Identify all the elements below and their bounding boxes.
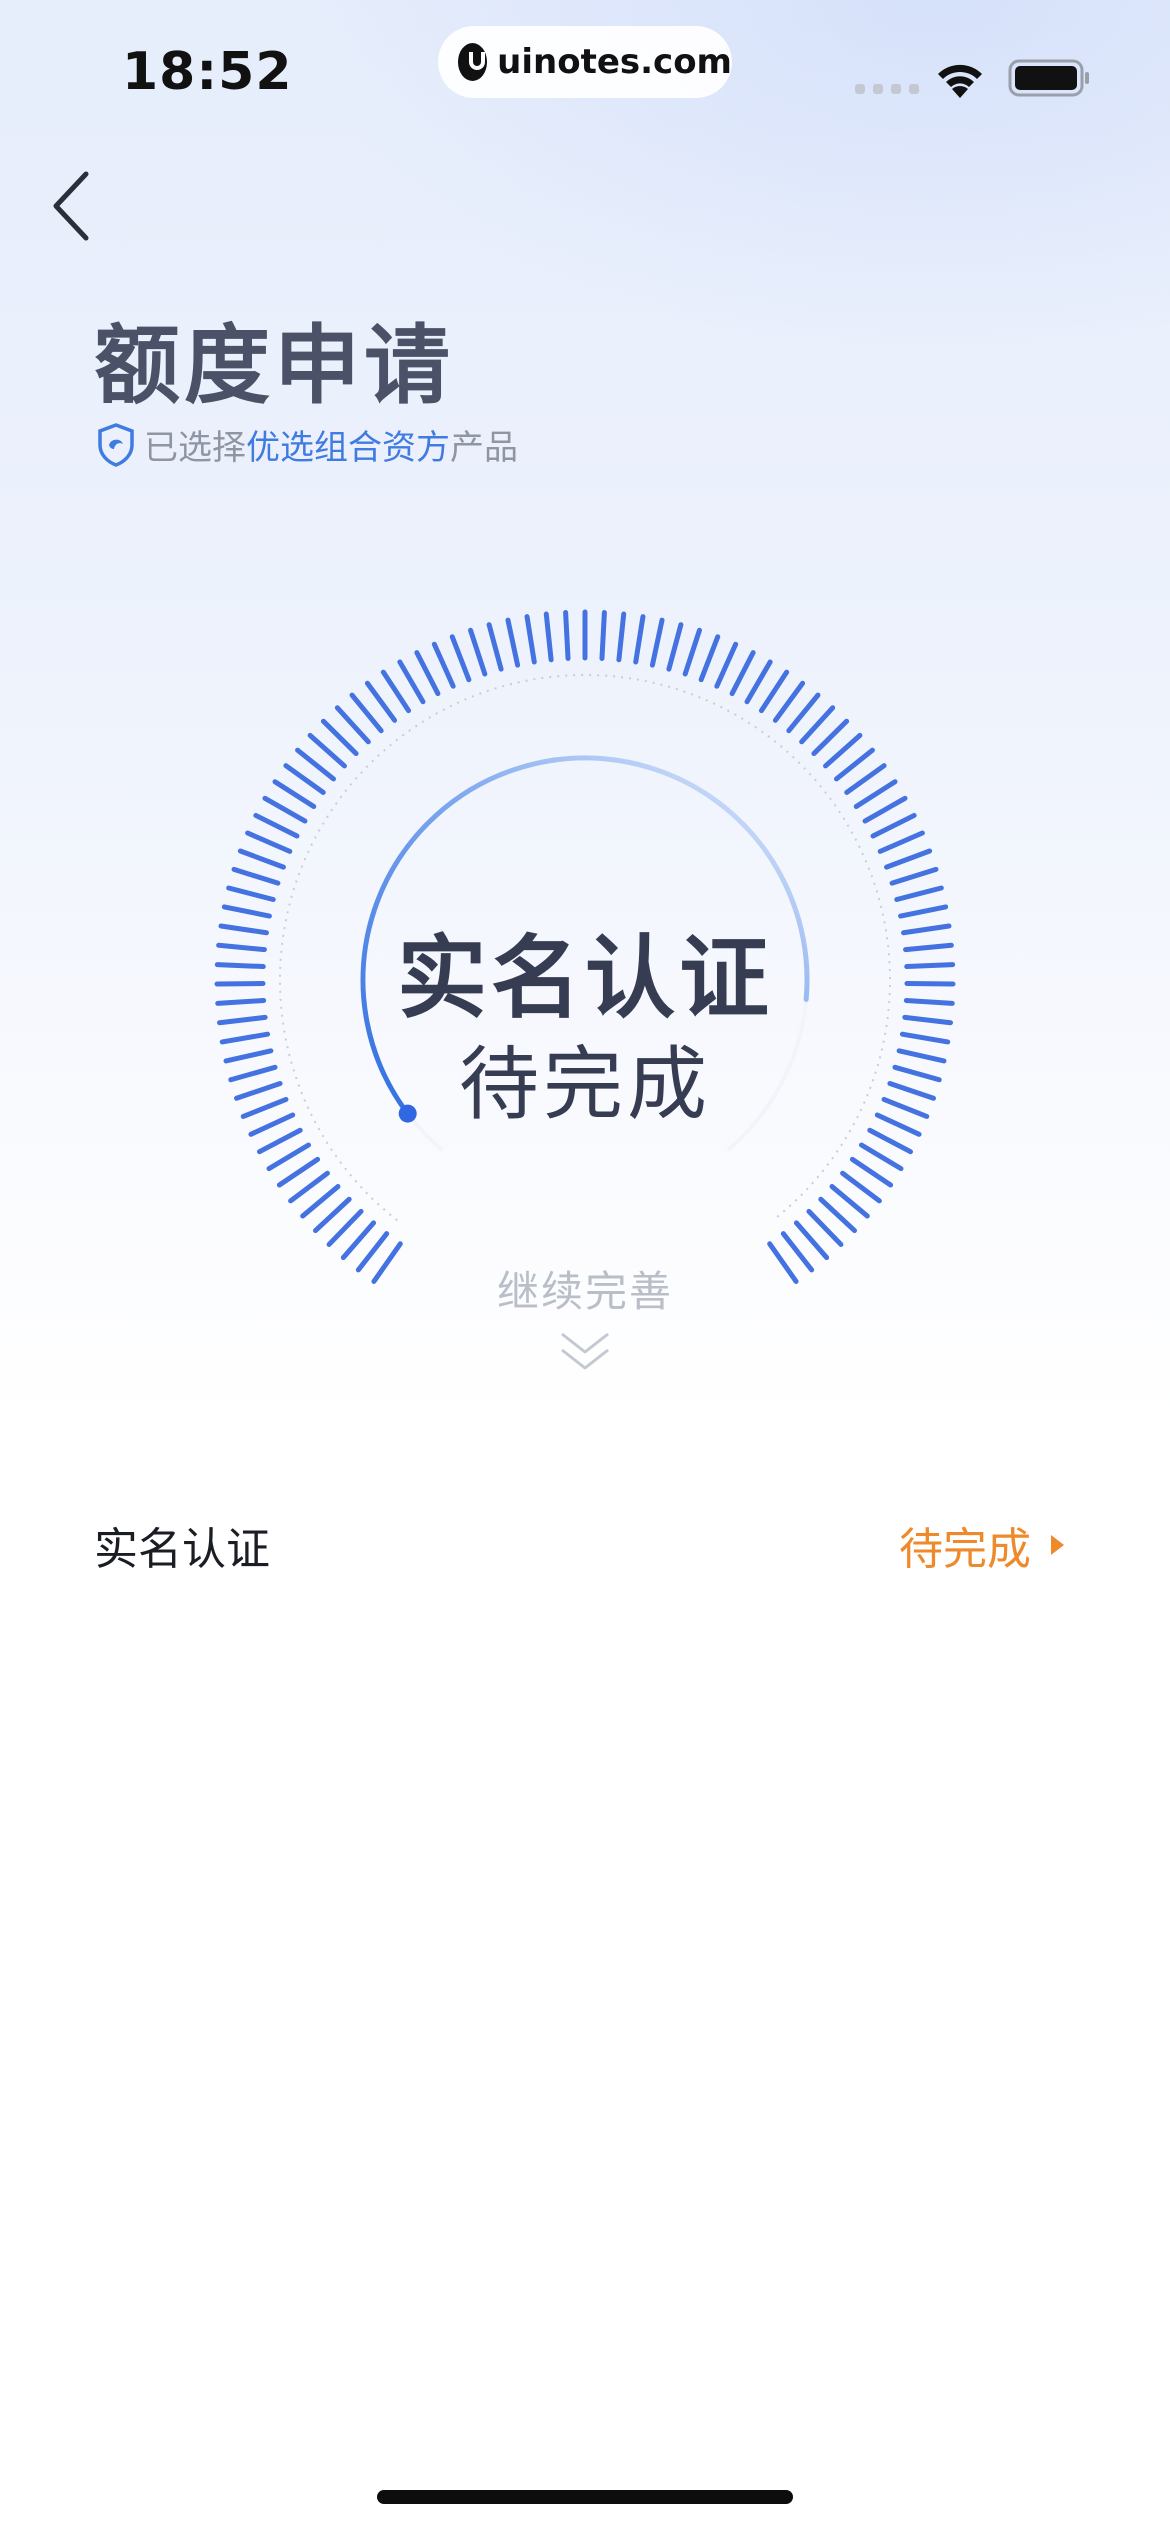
back-arrow-icon[interactable] <box>48 168 96 244</box>
status-time: 18:52 <box>122 42 293 102</box>
gauge-tick <box>889 866 939 886</box>
gauge-tick <box>758 669 790 714</box>
gauge-tick <box>231 866 281 886</box>
gauge-tick <box>649 617 665 668</box>
gauge-tick <box>862 795 908 824</box>
url-pill[interactable]: uinotes.com <box>438 26 732 98</box>
list-item-status[interactable]: 待完成 <box>899 1513 1064 1577</box>
gauge-tick <box>884 848 933 870</box>
continue-label[interactable]: 继续完善 <box>0 1258 1170 1319</box>
gauge-tick <box>505 617 521 668</box>
gauge-tick <box>840 1170 882 1204</box>
gauge-tick <box>666 622 684 672</box>
gauge-tick <box>870 812 917 839</box>
gauge-tick <box>894 885 944 902</box>
verification-title: 实名认证 <box>397 926 773 1031</box>
gauge-tick <box>714 641 739 689</box>
gauge-tick <box>380 669 412 714</box>
gauge-tick <box>698 634 721 683</box>
gauge-tick <box>858 1142 904 1172</box>
uinotes-logo-icon <box>458 43 488 81</box>
gauge-tick <box>253 812 300 839</box>
gauge-tick <box>283 763 326 795</box>
url-text: uinotes.com <box>497 42 732 82</box>
gauge-tick <box>414 650 441 697</box>
gauge-tick <box>468 627 488 677</box>
gauge-tick <box>853 779 898 809</box>
gauge-tick <box>397 659 426 705</box>
shield-icon <box>98 422 134 467</box>
gauge-tick <box>276 1156 321 1188</box>
gauge-tick <box>364 680 398 723</box>
subtitle-prefix: 已选择 <box>144 428 246 468</box>
gauge-tick <box>288 1170 330 1204</box>
product-selection-note: 已选择 优选组合资方 产品 <box>96 420 518 469</box>
list-item-status-text: 待完成 <box>899 1524 1031 1575</box>
home-indicator[interactable] <box>377 2490 793 2504</box>
gauge-tick <box>849 1156 894 1188</box>
gauge-tick <box>524 614 537 665</box>
page-title: 额度申请 <box>94 316 454 416</box>
gauge-tick <box>729 650 756 697</box>
gauge-tick <box>844 763 887 795</box>
gauge-tick <box>486 622 504 672</box>
gauge-tick <box>599 610 607 661</box>
gauge-tick <box>237 848 286 870</box>
gauge-tick <box>633 614 646 665</box>
gauge-tick <box>245 830 293 854</box>
gauge-tick <box>272 779 317 809</box>
gauge-tick <box>877 830 925 854</box>
gauge-tick <box>744 659 773 705</box>
chevron-double-down-icon[interactable] <box>558 1330 612 1374</box>
subtitle-suffix: 产品 <box>450 428 518 468</box>
list-item-label: 实名认证 <box>94 1524 270 1575</box>
subtitle-accent: 优选组合资方 <box>246 428 450 468</box>
list-item-realname-verification[interactable]: 实名认证 待完成 <box>94 1505 1064 1585</box>
caret-right-icon <box>1051 1535 1064 1555</box>
gauge-tick <box>226 885 276 902</box>
verification-status: 待完成 <box>459 1038 711 1131</box>
gauge-tick <box>262 795 308 824</box>
gauge-tick <box>563 610 571 661</box>
gauge-tick <box>772 680 806 723</box>
battery-icon <box>1008 59 1089 97</box>
wifi-icon <box>938 64 982 98</box>
gauge-tick <box>616 611 627 663</box>
gauge-tick <box>266 1142 312 1172</box>
cellular-signal-icon <box>855 84 919 94</box>
gauge-tick <box>682 627 702 677</box>
gauge-tick <box>431 641 456 689</box>
gauge-tick <box>543 611 554 663</box>
gauge-tick <box>449 634 472 683</box>
